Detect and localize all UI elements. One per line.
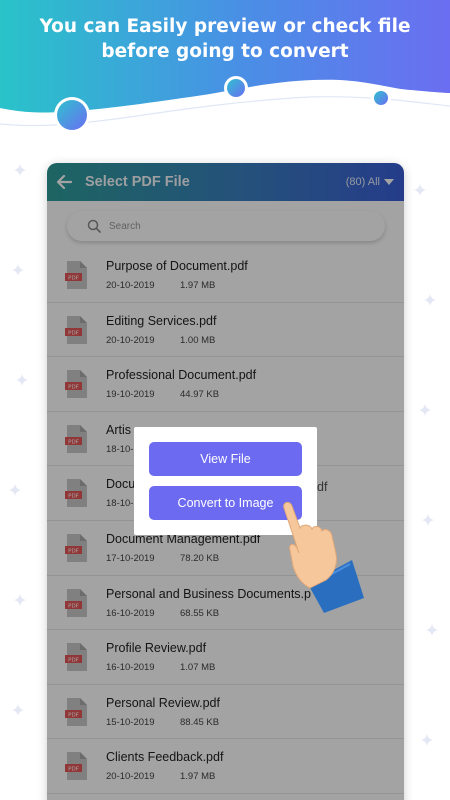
banner-headline-line2: before going to convert <box>101 41 349 62</box>
banner-headline-line1: You can Easily preview or check file <box>39 16 411 37</box>
promo-banner: You can Easily preview or check file bef… <box>0 0 450 160</box>
list-item-name-overflow: df <box>317 480 328 494</box>
view-file-button[interactable]: View File <box>149 442 302 476</box>
pointing-hand-icon <box>283 501 364 613</box>
banner-headline: You can Easily preview or check file bef… <box>0 14 450 64</box>
